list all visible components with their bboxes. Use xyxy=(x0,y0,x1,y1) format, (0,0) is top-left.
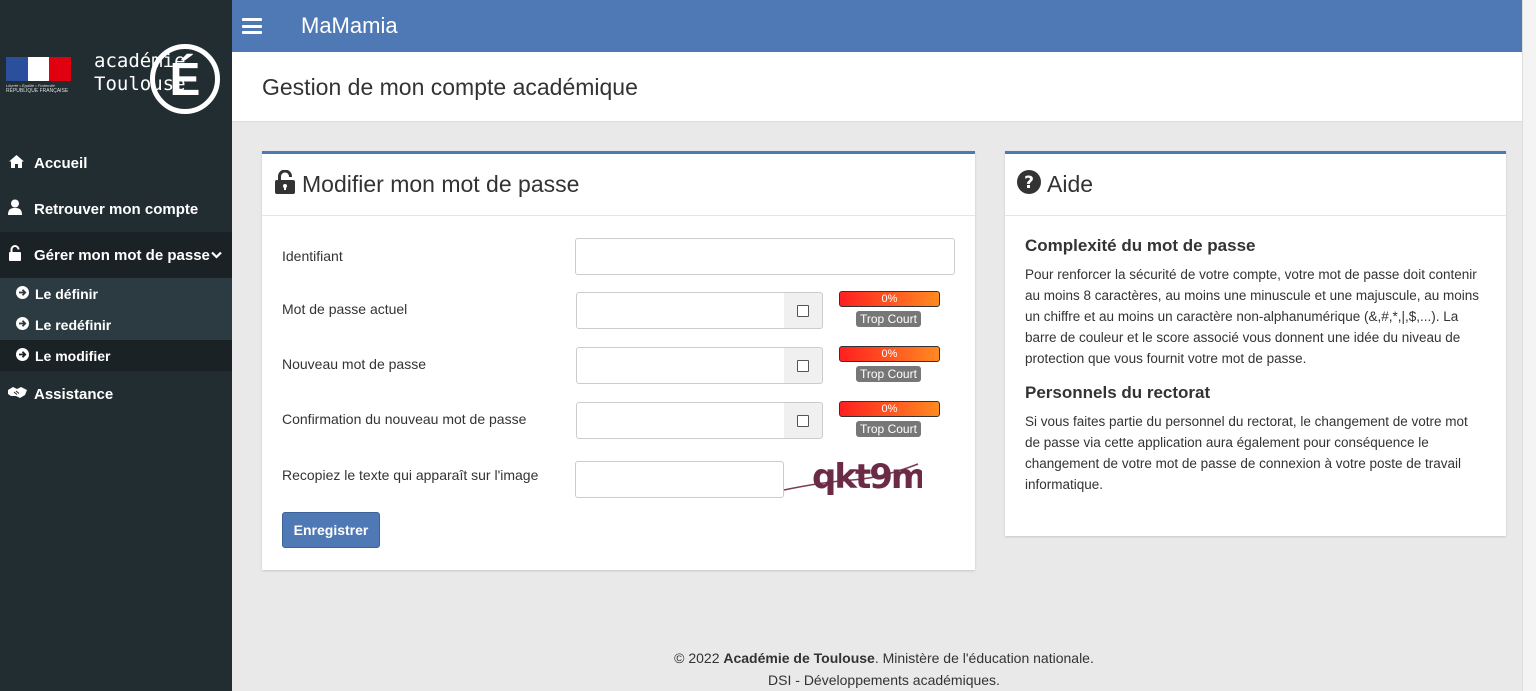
republic-label: RÉPUBLIQUE FRANÇAISE xyxy=(6,88,69,94)
help-section-text: Si vous faites partie du personnel du re… xyxy=(1025,414,1468,492)
new-password-strength-badge: Trop Court xyxy=(856,366,921,382)
new-password-input[interactable] xyxy=(576,347,785,384)
unlock-icon xyxy=(274,169,296,200)
help-section-title: Personnels du rectorat xyxy=(1025,383,1211,402)
question-circle-icon: ? xyxy=(1017,169,1041,200)
academy-logo[interactable]: Liberté • Égalité • Fraternité RÉPUBLIQU… xyxy=(0,0,232,140)
sidebar-item-retrouver-compte[interactable]: Retrouver mon compte xyxy=(0,186,232,232)
help-section-title: Complexité du mot de passe xyxy=(1025,236,1256,255)
footer-ministry: . Ministère de l'éducation nationale. xyxy=(874,650,1094,666)
current-password-input[interactable] xyxy=(576,292,785,329)
sidebar-subitem-definir[interactable]: Le définir xyxy=(0,278,232,309)
help-content: Complexité du mot de passe Pour renforce… xyxy=(1005,216,1506,495)
box-title: Modifier mon mot de passe xyxy=(302,171,580,197)
chevron-down-icon xyxy=(211,248,222,262)
scrollbar[interactable] xyxy=(1522,0,1536,691)
show-current-password-toggle[interactable] xyxy=(784,292,823,329)
confirm-password-strength-badge: Trop Court xyxy=(856,421,921,437)
sidebar: Liberté • Égalité • Fraternité RÉPUBLIQU… xyxy=(0,0,232,691)
captcha-label: Recopiez le texte qui apparaît sur l'ima… xyxy=(282,467,539,483)
sidebar-item-label: Accueil xyxy=(34,154,88,172)
sidebar-item-accueil[interactable]: Accueil xyxy=(0,140,232,186)
current-password-strength-badge: Trop Court xyxy=(856,311,921,327)
confirm-password-label: Confirmation du nouveau mot de passe xyxy=(282,411,527,427)
sidebar-item-label: Gérer mon mot de passe xyxy=(34,246,210,264)
current-password-label: Mot de passe actuel xyxy=(282,301,408,317)
new-password-label: Nouveau mot de passe xyxy=(282,356,426,372)
handshake-icon xyxy=(8,386,34,403)
sidebar-subitem-label: Le modifier xyxy=(35,347,111,364)
footer-org-link[interactable]: Académie de Toulouse xyxy=(723,650,874,666)
user-icon xyxy=(8,199,34,219)
content-header: Gestion de mon compte académique xyxy=(232,52,1536,122)
footer-line2: DSI - Développements académiques. xyxy=(768,672,1000,688)
checkbox-icon xyxy=(797,304,809,317)
republique-francaise-logo: Liberté • Égalité • Fraternité RÉPUBLIQU… xyxy=(6,57,72,95)
confirm-password-input[interactable] xyxy=(576,402,785,439)
footer: © 2022 Académie de Toulouse. Ministère d… xyxy=(232,647,1536,691)
help-box-header: ? Aide xyxy=(1005,154,1506,216)
show-new-password-toggle[interactable] xyxy=(784,347,823,384)
home-icon xyxy=(8,154,34,173)
sidebar-subitem-label: Le définir xyxy=(35,285,99,302)
arrow-circle-right-icon xyxy=(16,285,35,302)
sidebar-subitem-modifier[interactable]: Le modifier xyxy=(0,340,232,371)
identifiant-label: Identifiant xyxy=(282,248,343,264)
captcha-input[interactable] xyxy=(575,461,784,498)
sidebar-item-assistance[interactable]: Assistance xyxy=(0,371,232,417)
sidebar-item-label: Retrouver mon compte xyxy=(34,200,199,218)
sidebar-subitem-label: Le redéfinir xyxy=(35,316,112,333)
help-box: ? Aide Complexité du mot de passe Pour r… xyxy=(1005,151,1506,536)
identifiant-input[interactable] xyxy=(575,238,955,275)
new-password-strength-meter: 0% xyxy=(839,346,940,362)
show-confirm-password-toggle[interactable] xyxy=(784,402,823,439)
sidebar-subitem-redefinir[interactable]: Le redéfinir xyxy=(0,309,232,340)
help-section-text: Pour renforcer la sécurité de votre comp… xyxy=(1025,267,1479,366)
menu-toggle-icon[interactable] xyxy=(242,18,262,34)
box-title: Aide xyxy=(1047,171,1094,197)
page-title: Gestion de mon compte académique xyxy=(262,74,638,100)
arrow-circle-right-icon xyxy=(16,316,35,333)
current-password-strength-meter: 0% xyxy=(839,291,940,307)
change-password-box: Modifier mon mot de passe Identifiant Mo… xyxy=(262,151,975,570)
checkbox-icon xyxy=(797,414,809,427)
unlock-icon xyxy=(8,245,34,265)
academy-emblem: É xyxy=(150,44,220,114)
captcha-text: qkt9m xyxy=(812,457,922,497)
footer-copyright: © 2022 xyxy=(674,650,724,666)
checkbox-icon xyxy=(797,359,809,372)
app-title[interactable]: MaMamia xyxy=(301,13,398,39)
sidebar-item-gerer-mot-de-passe[interactable]: Gérer mon mot de passe xyxy=(0,232,232,278)
confirm-password-strength-meter: 0% xyxy=(839,401,940,417)
save-button[interactable]: Enregistrer xyxy=(282,512,380,548)
arrow-circle-right-icon xyxy=(16,347,35,364)
svg-text:?: ? xyxy=(1024,173,1034,193)
captcha-image: qkt9m xyxy=(783,457,922,497)
change-password-box-header: Modifier mon mot de passe xyxy=(262,154,975,216)
sidebar-item-label: Assistance xyxy=(34,385,114,403)
footer-line1: © 2022 Académie de Toulouse. Ministère d… xyxy=(232,647,1536,669)
submenu-mot-de-passe: Le définir Le redéfinir Le modifier xyxy=(0,278,232,371)
top-navbar: MaMamia xyxy=(232,0,1536,52)
